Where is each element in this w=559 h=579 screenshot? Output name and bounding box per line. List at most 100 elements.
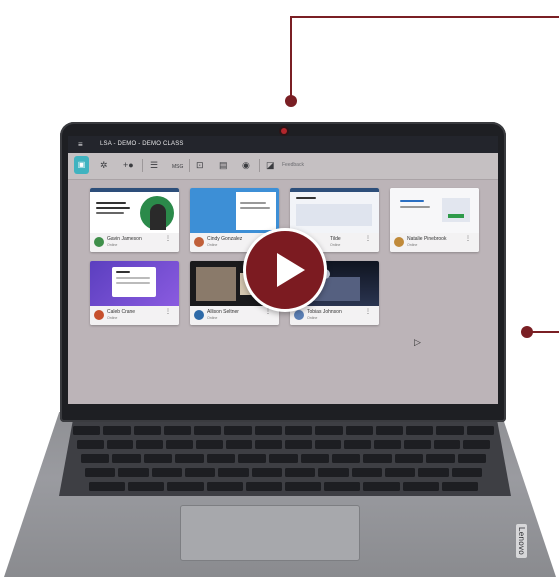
keyboard-key[interactable]	[195, 440, 223, 449]
keyboard-key[interactable]	[463, 440, 490, 449]
keyboard-key[interactable]	[285, 440, 312, 449]
thumbnail-text-line	[116, 271, 130, 273]
play-button[interactable]	[243, 228, 327, 312]
student-card-footer: Natalie Pinebrook Online ⋮	[390, 233, 479, 252]
keyboard-key[interactable]	[81, 454, 110, 463]
keyboard-key[interactable]	[194, 426, 222, 435]
play-icon	[277, 253, 305, 287]
keyboard-key[interactable]	[143, 454, 173, 463]
keyboard-key[interactable]	[418, 468, 449, 477]
keyboard-key[interactable]	[218, 468, 249, 477]
keyboard-key[interactable]	[103, 426, 131, 435]
keyboard-key[interactable]	[314, 440, 342, 449]
keyboard-key[interactable]	[363, 454, 392, 463]
message-icon[interactable]: MSG	[172, 162, 183, 172]
student-screen-thumbnail	[390, 188, 479, 233]
student-card[interactable]: Natalie Pinebrook Online ⋮	[390, 188, 479, 252]
keyboard-key[interactable]	[285, 426, 313, 435]
thumbnail-image	[196, 267, 236, 301]
keyboard-key[interactable]	[85, 468, 116, 477]
keyboard-key[interactable]	[245, 482, 282, 491]
keyboard-key[interactable]	[73, 426, 101, 435]
keyboard-key[interactable]	[166, 440, 193, 449]
keyboard-key[interactable]	[151, 468, 182, 477]
keyboard-key[interactable]	[185, 468, 216, 477]
more-options-icon[interactable]: ⋮	[265, 309, 271, 315]
settings-icon[interactable]: ✲	[100, 160, 108, 170]
thumbnail-icon[interactable]: ◪	[266, 160, 275, 170]
keyboard-key[interactable]	[89, 482, 126, 491]
share-screen-icon[interactable]: ▤	[219, 160, 228, 170]
keyboard-key[interactable]	[77, 440, 104, 449]
keyboard-key[interactable]	[269, 454, 298, 463]
keyboard-key[interactable]	[345, 426, 373, 435]
toolbar-divider	[259, 159, 260, 172]
keyboard-key[interactable]	[285, 468, 316, 477]
keyboard-key[interactable]	[406, 426, 434, 435]
keyboard-key[interactable]	[385, 468, 416, 477]
student-card[interactable]: Caleb Crane Online ⋮	[90, 261, 179, 325]
avatar	[94, 310, 104, 320]
add-user-icon[interactable]: +●	[123, 160, 134, 170]
more-options-icon[interactable]: ⋮	[365, 309, 371, 315]
keyboard-key[interactable]	[436, 426, 464, 435]
more-options-icon[interactable]: ⋮	[365, 236, 371, 242]
keyboard-key[interactable]	[128, 482, 165, 491]
keyboard-key[interactable]	[133, 426, 161, 435]
keyboard-key[interactable]	[106, 440, 134, 449]
keyboard-key[interactable]	[363, 482, 400, 491]
screen-view-icon[interactable]: ▣	[74, 156, 89, 174]
lock-screen-icon[interactable]: ⊡	[196, 160, 204, 170]
hamburger-menu-icon[interactable]: ≡	[78, 136, 83, 153]
keyboard-key[interactable]	[441, 482, 478, 491]
keyboard-key[interactable]	[225, 440, 253, 449]
keyboard-key[interactable]	[375, 426, 404, 435]
keyboard-key[interactable]	[175, 454, 204, 463]
keyboard-key[interactable]	[374, 440, 401, 449]
thumbnail-text-line	[116, 277, 150, 279]
brand-label: Lenovo	[516, 524, 527, 559]
keyboard-key[interactable]	[300, 454, 330, 463]
keyboard-key[interactable]	[403, 440, 431, 449]
keyboard-key[interactable]	[254, 426, 282, 435]
keyboard-key[interactable]	[394, 454, 424, 463]
keyboard-key[interactable]	[251, 468, 282, 477]
feedback-label[interactable]: Feedback	[282, 162, 304, 168]
keyboard-key[interactable]	[206, 482, 243, 491]
keyboard-key[interactable]	[351, 468, 382, 477]
thumbnail-text-line	[96, 212, 124, 214]
keyboard-key[interactable]	[433, 440, 461, 449]
touchpad[interactable]	[180, 505, 360, 561]
more-options-icon[interactable]: ⋮	[165, 236, 171, 242]
toolbar: ▣ ✲ +● ☰ MSG ⊡ ▤ ◉ ◪ Feedback	[68, 153, 498, 180]
student-card[interactable]: Gavin Jameson Online ⋮	[90, 188, 179, 252]
keyboard-key[interactable]	[206, 454, 235, 463]
keyboard-key[interactable]	[332, 454, 361, 463]
more-options-icon[interactable]: ⋮	[165, 309, 171, 315]
keyboard-key[interactable]	[224, 426, 252, 435]
keyboard-key[interactable]	[118, 468, 149, 477]
globe-icon[interactable]: ◉	[242, 160, 250, 170]
keyboard-key[interactable]	[136, 440, 164, 449]
app-bar: ≡ LSA - DEMO - DEMO CLASS	[68, 136, 498, 153]
keyboard-key[interactable]	[112, 454, 141, 463]
keyboard-key[interactable]	[324, 482, 361, 491]
keyboard-key[interactable]	[457, 454, 486, 463]
thumbnail-text-line	[240, 207, 270, 209]
keyboard-key[interactable]	[451, 468, 482, 477]
keyboard-key[interactable]	[402, 482, 439, 491]
keyboard-key[interactable]	[255, 440, 282, 449]
keyboard-key[interactable]	[426, 454, 455, 463]
student-card-footer: Caleb Crane Online ⋮	[90, 306, 179, 325]
keyboard-key[interactable]	[466, 426, 494, 435]
keyboard-key[interactable]	[163, 426, 192, 435]
keyboard-key[interactable]	[285, 482, 322, 491]
thumbnail-panel	[442, 198, 470, 222]
more-options-icon[interactable]: ⋮	[465, 236, 471, 242]
list-icon[interactable]: ☰	[150, 160, 158, 170]
keyboard-key[interactable]	[315, 426, 343, 435]
keyboard-key[interactable]	[237, 454, 267, 463]
keyboard-key[interactable]	[344, 440, 372, 449]
keyboard-key[interactable]	[167, 482, 204, 491]
keyboard-key[interactable]	[318, 468, 349, 477]
